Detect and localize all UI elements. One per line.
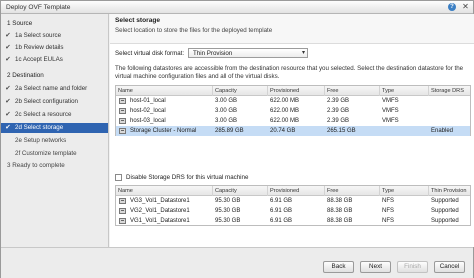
- check-icon: ✔: [5, 56, 11, 63]
- step-setup-networks[interactable]: 2e Setup networks: [1, 136, 108, 146]
- datastore-icon: [119, 198, 126, 204]
- column-header-name[interactable]: Name: [116, 186, 213, 196]
- column-header-type[interactable]: Type: [380, 86, 429, 96]
- step-label: 2f Customize template: [15, 150, 77, 157]
- deploy-ovf-dialog: Deploy OVF Template ? ✕ 1 Source ✔ 1a Se…: [0, 0, 474, 278]
- table-row-selected[interactable]: Storage Cluster - Normal 285.89 GB 20.74…: [116, 126, 470, 136]
- table-row[interactable]: VG1_Vol1_Datastore1 95.30 GB 6.91 GB 88.…: [116, 216, 470, 226]
- table-row[interactable]: host-03_local 3.00 GB 622.00 MB 2.39 GB …: [116, 116, 470, 126]
- check-icon: ✔: [5, 124, 11, 131]
- page-header: Select storage Select location to store …: [110, 14, 474, 44]
- check-icon: ✔: [5, 32, 11, 39]
- main-content: Select storage Select location to store …: [110, 14, 474, 247]
- step-label: 2e Setup networks: [15, 137, 67, 144]
- column-header-free[interactable]: Free: [325, 86, 380, 96]
- check-icon: ✔: [5, 44, 11, 51]
- column-header-provisioned[interactable]: Provisioned: [268, 86, 325, 96]
- step-select-configuration[interactable]: ✔ 2b Select configuration: [1, 97, 108, 107]
- back-button[interactable]: Back: [323, 261, 354, 273]
- step-customize-template[interactable]: 2f Customize template: [1, 149, 108, 159]
- step-label: 1b Review details: [15, 44, 64, 51]
- wizard-steps-sidebar: 1 Source ✔ 1a Select source ✔ 1b Review …: [1, 14, 109, 247]
- datastore-icon: [119, 208, 126, 214]
- column-header-name[interactable]: Name: [116, 86, 213, 96]
- close-icon[interactable]: ✕: [461, 2, 470, 12]
- step-select-resource[interactable]: ✔ 2c Select a resource: [1, 110, 108, 120]
- datastore-icon: [119, 98, 126, 104]
- step-label: 2c Select a resource: [15, 111, 72, 118]
- datastore-icon: [119, 108, 126, 114]
- column-header-provisioned[interactable]: Provisioned: [268, 186, 325, 196]
- step-label: 1a Select source: [15, 32, 62, 39]
- check-icon: ✔: [5, 85, 11, 92]
- check-icon: ✔: [5, 111, 11, 118]
- datastore-cluster-icon: [119, 128, 126, 134]
- table-row[interactable]: VG3_Vol1_Datastore1 95.30 GB 6.91 GB 88.…: [116, 196, 470, 206]
- step-select-source[interactable]: ✔ 1a Select source: [1, 31, 108, 41]
- table-header: Name Capacity Provisioned Free Type Stor…: [116, 86, 470, 96]
- datastore-icon: [119, 218, 126, 224]
- title-bar: Deploy OVF Template ? ✕: [1, 1, 473, 14]
- section-source: 1 Source: [7, 20, 33, 27]
- step-select-storage[interactable]: ✔ 2d Select storage: [1, 123, 108, 133]
- disk-format-select[interactable]: Thin Provision ▾: [188, 48, 308, 58]
- column-header-thin-provision[interactable]: Thin Provision: [429, 186, 472, 196]
- column-header-type[interactable]: Type: [380, 186, 429, 196]
- step-review-details[interactable]: ✔ 1b Review details: [1, 43, 108, 53]
- column-header-storage-drs[interactable]: Storage DRS: [429, 86, 472, 96]
- column-header-free[interactable]: Free: [325, 186, 380, 196]
- datastore-info-text: The following datastores are accessible …: [115, 65, 464, 80]
- step-select-name-folder[interactable]: ✔ 2a Select name and folder: [1, 84, 108, 94]
- chevron-down-icon: ▾: [301, 50, 305, 56]
- wizard-footer: Back Next Finish Cancel: [1, 247, 473, 278]
- step-label: 2b Select configuration: [15, 98, 78, 105]
- cluster-members-table: Name Capacity Provisioned Free Type Thin…: [115, 185, 471, 226]
- help-icon[interactable]: ?: [448, 3, 456, 11]
- disk-format-value: Thin Provision: [193, 50, 233, 57]
- step-label: 2a Select name and folder: [15, 85, 88, 92]
- window-title: Deploy OVF Template: [6, 4, 71, 11]
- table-header: Name Capacity Provisioned Free Type Thin…: [116, 186, 470, 196]
- column-header-capacity[interactable]: Capacity: [213, 186, 268, 196]
- section-destination: 2 Destination: [7, 72, 44, 79]
- datastore-table: Name Capacity Provisioned Free Type Stor…: [115, 85, 471, 136]
- table-row[interactable]: VG2_Vol1_Datastore1 95.30 GB 6.91 GB 88.…: [116, 206, 470, 216]
- column-header-capacity[interactable]: Capacity: [213, 86, 268, 96]
- next-button[interactable]: Next: [360, 261, 391, 273]
- step-accept-eulas[interactable]: ✔ 1c Accept EULAs: [1, 55, 108, 65]
- cancel-button[interactable]: Cancel: [434, 261, 465, 273]
- page-title: Select storage: [115, 17, 161, 24]
- section-ready-to-complete: 3 Ready to complete: [7, 162, 65, 169]
- finish-button[interactable]: Finish: [397, 261, 428, 273]
- step-label: 2d Select storage: [15, 124, 64, 131]
- disk-format-label: Select virtual disk format:: [115, 50, 185, 57]
- disable-drs-checkbox[interactable]: [115, 174, 122, 181]
- table-row[interactable]: host-02_local 3.00 GB 622.00 MB 2.39 GB …: [116, 106, 470, 116]
- step-label: 1c Accept EULAs: [15, 56, 63, 63]
- datastore-icon: [119, 118, 126, 124]
- page-subtitle: Select location to store the files for t…: [115, 27, 273, 34]
- check-icon: ✔: [5, 98, 11, 105]
- disable-drs-label: Disable Storage DRS for this virtual mac…: [126, 174, 249, 181]
- table-row[interactable]: host-01_local 3.00 GB 622.00 MB 2.39 GB …: [116, 96, 470, 106]
